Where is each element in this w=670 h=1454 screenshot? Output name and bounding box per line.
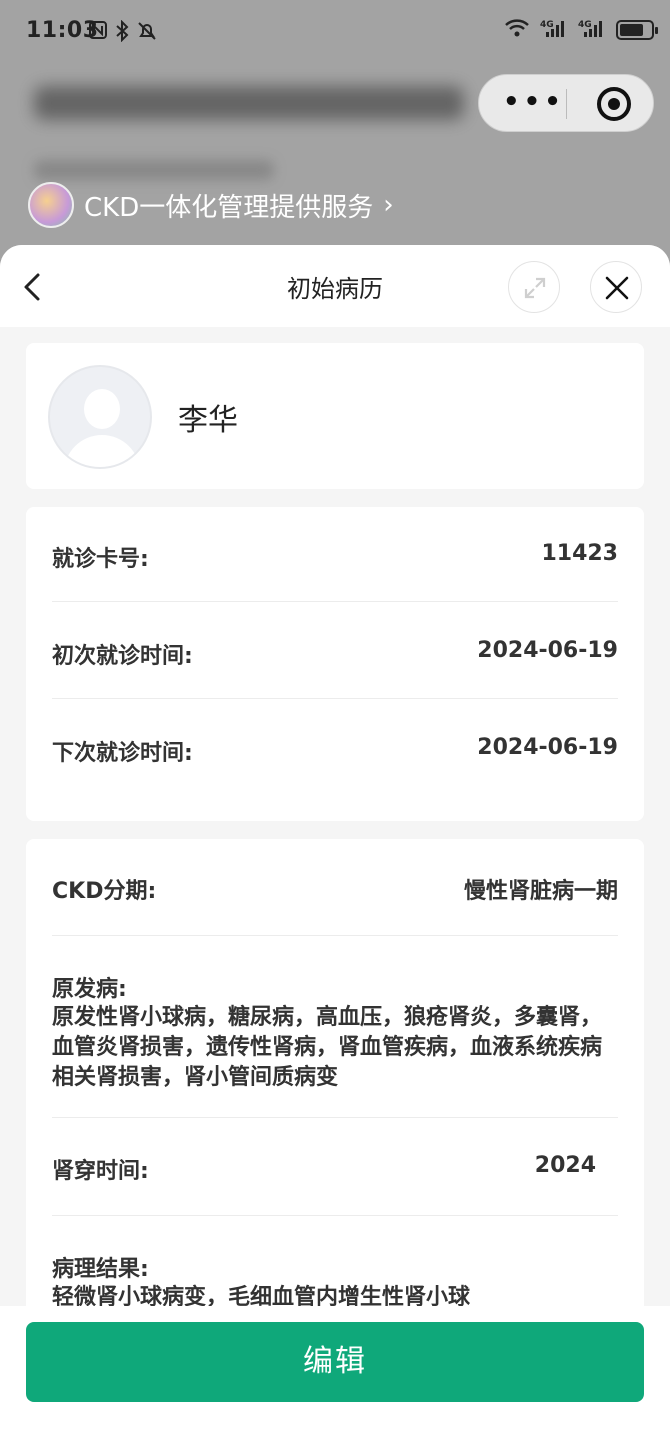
wifi-icon — [504, 18, 530, 42]
service-logo — [28, 182, 74, 228]
signal-4g-icon: 4G — [578, 18, 606, 42]
first-visit-label: 初次就诊时间: — [52, 644, 193, 669]
biopsy-time-label: 肾穿时间: — [52, 1159, 149, 1184]
edit-button[interactable]: 编辑 — [26, 1322, 644, 1402]
card-number-value: 11423 — [541, 541, 618, 566]
visit-info-card: 就诊卡号: 11423 初次就诊时间: 2024-06-19 下次就诊时间: 2… — [26, 507, 644, 821]
profile-card: 李华 — [26, 343, 644, 489]
card-number-label: 就诊卡号: — [52, 547, 149, 572]
svg-text:4G: 4G — [578, 20, 592, 30]
primary-disease-value: 原发性肾小球病，糖尿病，高血压，狼疮肾炎，多囊肾，血管炎肾损害，遗传性肾病，肾血… — [52, 1005, 603, 1090]
more-icon[interactable]: ••• — [503, 89, 565, 115]
avatar-body — [64, 435, 140, 467]
close-mini-program-icon[interactable] — [597, 87, 631, 121]
blurred-page-title — [34, 86, 464, 120]
bluetooth-icon — [114, 19, 130, 47]
biopsy-time-value: 2024 — [534, 1153, 596, 1178]
capsule-divider — [566, 89, 567, 119]
battery-icon — [616, 20, 658, 40]
avatar — [48, 365, 152, 469]
chevron-right-icon: › — [383, 190, 394, 220]
bottom-sheet: 初始病历 李华 就诊卡号: 11423 初次就诊时间: 2024-06-19 下… — [0, 245, 670, 1454]
signal-4g-icon: 4G — [540, 18, 568, 42]
divider — [52, 935, 618, 936]
avatar-head — [84, 389, 120, 429]
next-visit-value: 2024-06-19 — [477, 735, 618, 760]
next-visit-label: 下次就诊时间: — [52, 741, 193, 766]
patient-name: 李华 — [178, 403, 238, 438]
close-icon — [605, 276, 629, 300]
pathology-label: 病理结果: — [52, 1257, 149, 1282]
status-right-icons: 4G 4G — [504, 18, 658, 42]
close-button[interactable] — [590, 261, 642, 313]
primary-disease-label: 原发病: — [52, 977, 127, 1002]
sheet-title: 初始病历 — [287, 275, 383, 303]
service-provider-link[interactable]: CKD一体化管理提供服务 › — [28, 182, 394, 228]
ckd-stage-value: 慢性肾脏病一期 — [463, 879, 618, 904]
mute-bell-icon — [136, 20, 158, 47]
expand-icon — [524, 277, 546, 299]
nfc-icon — [88, 20, 108, 47]
sheet-header: 初始病历 — [0, 245, 670, 327]
service-text: CKD一体化管理提供服务 — [84, 192, 374, 223]
battery-level — [620, 24, 643, 36]
ckd-stage-label: CKD分期: — [52, 879, 157, 904]
divider — [52, 698, 618, 699]
status-left-icons — [88, 19, 158, 47]
first-visit-value: 2024-06-19 — [477, 638, 618, 663]
divider — [52, 601, 618, 602]
svg-text:4G: 4G — [540, 20, 554, 30]
divider — [52, 1215, 618, 1216]
mini-program-capsule[interactable]: ••• — [478, 74, 654, 132]
expand-button[interactable] — [508, 261, 560, 313]
status-bar: 11:03 4G 4G — [0, 0, 670, 64]
divider — [52, 1117, 618, 1118]
blurred-page-subtitle — [34, 160, 274, 180]
